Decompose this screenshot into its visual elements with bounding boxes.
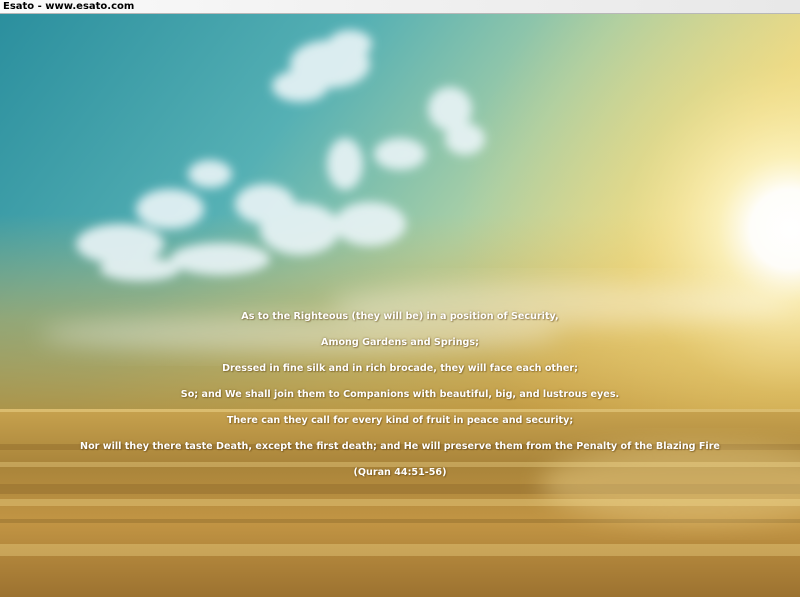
verse-line: Nor will they there taste Death, except … [80,441,720,452]
sky-sea-illustration [0,14,800,597]
verse-text-block: As to the Righteous (they will be) in a … [0,310,800,492]
verse-line: Dressed in fine silk and in rich brocade… [222,363,578,374]
window-title: Esato - www.esato.com [3,1,135,12]
verse-line: There can they call for every kind of fr… [226,415,574,426]
verse-line: As to the Righteous (they will be) in a … [241,311,559,322]
verse-line: Among Gardens and Springs; [321,337,479,348]
window-titlebar[interactable]: Esato - www.esato.com [0,0,800,14]
verse-line: So; and We shall join them to Companions… [180,389,620,400]
verse-citation: (Quran 44:51-56) [353,467,447,478]
wallpaper-image: As to the Righteous (they will be) in a … [0,14,800,597]
